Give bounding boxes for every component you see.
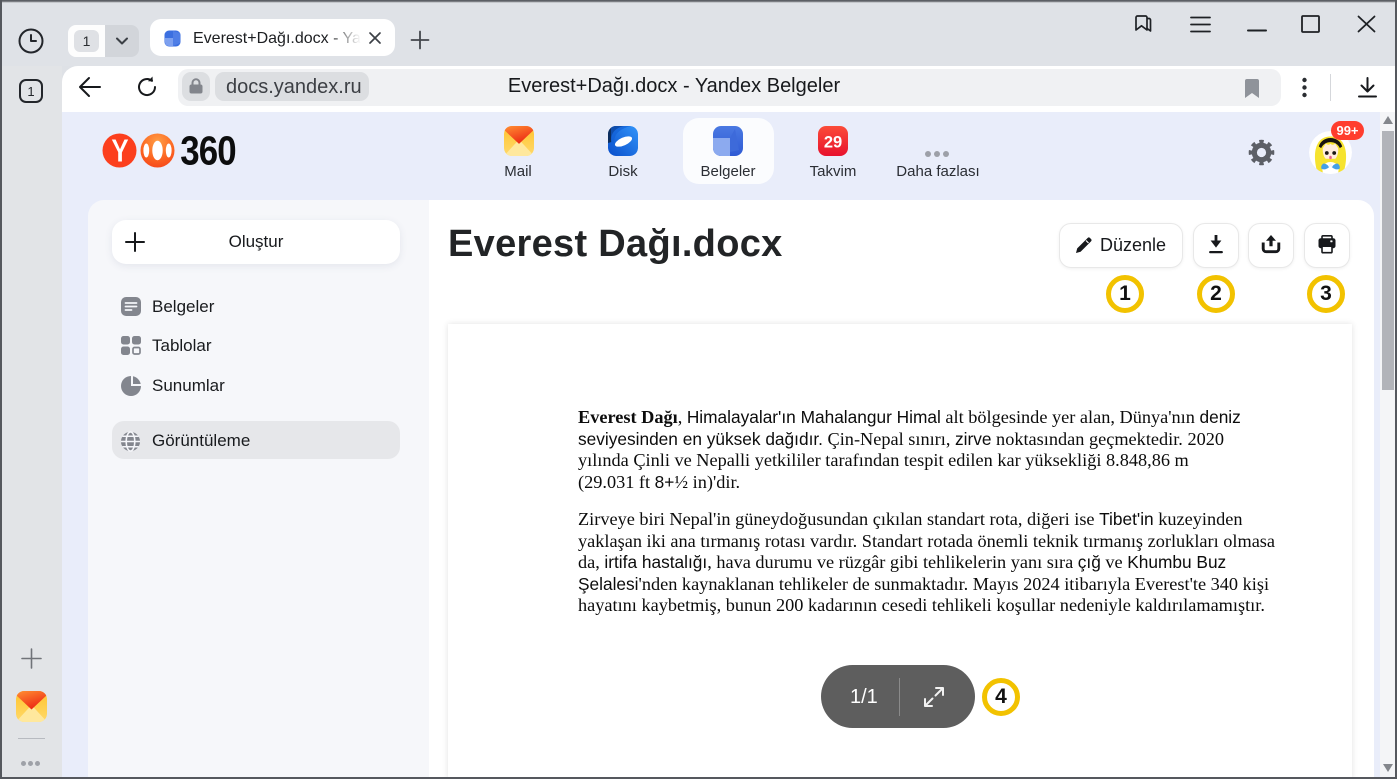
svg-text:1: 1	[27, 84, 34, 99]
svg-text:360: 360	[180, 133, 236, 168]
svg-text:29: 29	[824, 134, 842, 152]
